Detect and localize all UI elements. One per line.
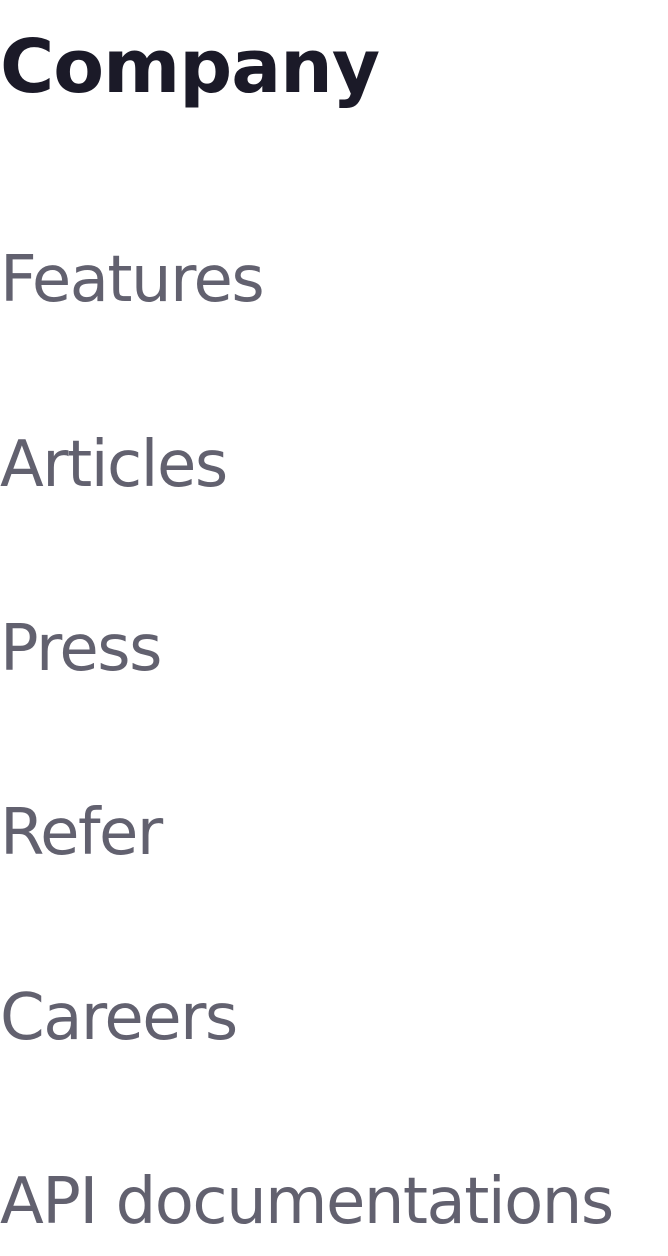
articles-link[interactable]: Articles	[0, 425, 228, 505]
column-title: Company	[0, 24, 380, 110]
refer-link[interactable]: Refer	[0, 793, 163, 873]
list-item: Features	[0, 240, 265, 320]
list-item: Refer	[0, 793, 163, 873]
list-item: Articles	[0, 425, 228, 505]
list-item: Careers	[0, 978, 238, 1058]
features-link[interactable]: Features	[0, 240, 265, 320]
careers-link[interactable]: Careers	[0, 978, 238, 1058]
list-item: API documentations	[0, 1162, 614, 1242]
list-item: Press	[0, 609, 162, 689]
api-documentations-link[interactable]: API documentations	[0, 1162, 614, 1242]
press-link[interactable]: Press	[0, 609, 162, 689]
